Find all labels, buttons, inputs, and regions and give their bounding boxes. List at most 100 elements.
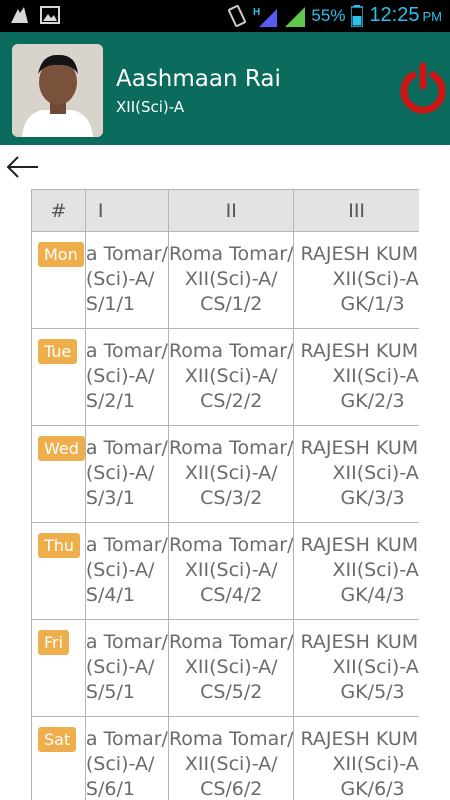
teacher-name: Roma Tomar/ (168, 534, 294, 556)
class-name: XII(Sci)-A/ (184, 753, 278, 775)
teacher-name: Roma Tomar/ (168, 437, 294, 459)
table-header-row: # I II III (31, 189, 419, 232)
day-cell: Sat (31, 716, 86, 800)
subject-code: S/5/1 (85, 681, 135, 703)
period-cell[interactable]: a Tomar/ (Sci)-A/ S/4/1 (84, 522, 169, 620)
teacher-name: RAJESH KUM (300, 340, 419, 362)
teacher-name: Roma Tomar/ (168, 340, 294, 362)
clock: 12:25 PM (369, 4, 442, 27)
day-badge: Wed (38, 436, 85, 461)
period-cell[interactable]: Roma Tomar/ XII(Sci)-A/ CS/6/2 (167, 716, 295, 800)
power-icon[interactable] (398, 62, 448, 114)
teacher-name: a Tomar/ (85, 243, 168, 265)
day-cell: Mon (31, 231, 86, 329)
avatar[interactable] (12, 44, 103, 137)
android-debug-icon (11, 7, 28, 23)
battery-percent: 55% (311, 5, 346, 25)
table-row: Sat a Tomar/ (Sci)-A/ S/6/1 Roma Tomar/ … (31, 716, 419, 800)
teacher-name: Roma Tomar/ (168, 631, 294, 653)
subject-code: S/3/1 (85, 487, 135, 509)
subject-code: GK/1/3 (340, 293, 405, 315)
period-cell[interactable]: RAJESH KUM XII(Sci)-A GK/2/3 (293, 328, 419, 426)
class-name: XII(Sci)-A/ (184, 462, 278, 484)
day-badge: Mon (38, 242, 84, 267)
clock-time: 12:25 (369, 4, 420, 26)
class-name: XII(Sci)-A/ (184, 268, 278, 290)
period-cell[interactable]: RAJESH KUM XII(Sci)-A GK/5/3 (293, 619, 419, 717)
column-header-period-1: I (84, 189, 169, 232)
period-cell[interactable]: Roma Tomar/ XII(Sci)-A/ CS/5/2 (167, 619, 295, 717)
day-cell: Fri (31, 619, 86, 717)
teacher-name: RAJESH KUM (300, 534, 419, 556)
day-badge: Fri (38, 630, 70, 655)
subject-code: S/4/1 (85, 584, 135, 606)
subject-code: CS/2/2 (200, 390, 263, 412)
teacher-name: a Tomar/ (85, 340, 168, 362)
class-name: XII(Sci)-A (332, 559, 419, 581)
subject-code: S/6/1 (85, 778, 135, 800)
day-badge: Tue (38, 339, 78, 364)
teacher-name: RAJESH KUM (300, 631, 419, 653)
teacher-name: a Tomar/ (85, 437, 168, 459)
teacher-name: RAJESH KUM (300, 437, 419, 459)
user-name: Aashmaan Rai (116, 66, 281, 92)
period-cell[interactable]: Roma Tomar/ XII(Sci)-A/ CS/1/2 (167, 231, 295, 329)
signal-h-icon: H (253, 7, 278, 27)
table-row: Thu a Tomar/ (Sci)-A/ S/4/1 Roma Tomar/ … (31, 522, 419, 620)
period-cell[interactable]: RAJESH KUM XII(Sci)-A GK/3/3 (293, 425, 419, 523)
teacher-name: a Tomar/ (85, 534, 168, 556)
period-cell[interactable]: Roma Tomar/ XII(Sci)-A/ CS/3/2 (167, 425, 295, 523)
class-name: XII(Sci)-A (332, 656, 419, 678)
period-cell[interactable]: Roma Tomar/ XII(Sci)-A/ CS/4/2 (167, 522, 295, 620)
class-name: (Sci)-A/ (85, 559, 155, 581)
period-cell[interactable]: RAJESH KUM XII(Sci)-A GK/4/3 (293, 522, 419, 620)
period-cell[interactable]: Roma Tomar/ XII(Sci)-A/ CS/2/2 (167, 328, 295, 426)
subject-code: CS/3/2 (200, 487, 263, 509)
teacher-name: a Tomar/ (85, 631, 168, 653)
period-cell[interactable]: a Tomar/ (Sci)-A/ S/3/1 (84, 425, 169, 523)
app-header: Aashmaan Rai XII(Sci)-A (0, 32, 450, 145)
svg-text:H: H (253, 7, 260, 18)
subject-code: S/2/1 (85, 390, 135, 412)
period-cell[interactable]: a Tomar/ (Sci)-A/ S/5/1 (84, 619, 169, 717)
subject-code: CS/5/2 (200, 681, 263, 703)
battery-icon (351, 4, 364, 27)
class-name: XII(Sci)-A/ (184, 656, 278, 678)
back-arrow-icon[interactable] (6, 154, 40, 180)
table-row: Fri a Tomar/ (Sci)-A/ S/5/1 Roma Tomar/ … (31, 619, 419, 717)
day-cell: Tue (31, 328, 86, 426)
clock-ampm: PM (422, 9, 443, 24)
status-bar: H 55% 12:25 PM (0, 0, 450, 32)
class-name: XII(Sci)-A (332, 753, 419, 775)
subject-code: GK/2/3 (340, 390, 405, 412)
timetable: # I II III Mon a Tomar/ (Sci)-A/ S/1/1 R… (31, 189, 419, 800)
class-name: (Sci)-A/ (85, 753, 155, 775)
subject-code: GK/6/3 (340, 778, 405, 800)
table-row: Tue a Tomar/ (Sci)-A/ S/2/1 Roma Tomar/ … (31, 328, 419, 426)
class-name: (Sci)-A/ (85, 268, 155, 290)
vibrate-icon (228, 4, 247, 27)
day-cell: Thu (31, 522, 86, 620)
column-header-period-3: III (293, 189, 419, 232)
period-cell[interactable]: a Tomar/ (Sci)-A/ S/2/1 (84, 328, 169, 426)
subject-code: S/1/1 (85, 293, 135, 315)
column-header-hash: # (31, 189, 86, 232)
timetable-scroll[interactable]: # I II III Mon a Tomar/ (Sci)-A/ S/1/1 R… (31, 189, 419, 800)
teacher-name: RAJESH KUM (300, 243, 419, 265)
class-name: XII(Sci)-A (332, 462, 419, 484)
subject-code: CS/4/2 (200, 584, 263, 606)
subject-code: CS/1/2 (200, 293, 263, 315)
period-cell[interactable]: a Tomar/ (Sci)-A/ S/6/1 (84, 716, 169, 800)
day-badge: Sat (38, 727, 77, 752)
period-cell[interactable]: a Tomar/ (Sci)-A/ S/1/1 (84, 231, 169, 329)
teacher-name: Roma Tomar/ (168, 243, 294, 265)
period-cell[interactable]: RAJESH KUM XII(Sci)-A GK/1/3 (293, 231, 419, 329)
user-class: XII(Sci)-A (116, 98, 185, 116)
period-cell[interactable]: RAJESH KUM XII(Sci)-A GK/6/3 (293, 716, 419, 800)
table-row: Wed a Tomar/ (Sci)-A/ S/3/1 Roma Tomar/ … (31, 425, 419, 523)
class-name: XII(Sci)-A/ (184, 365, 278, 387)
class-name: (Sci)-A/ (85, 365, 155, 387)
teacher-name: RAJESH KUM (300, 728, 419, 750)
column-header-period-2: II (167, 189, 295, 232)
day-badge: Thu (38, 533, 81, 558)
